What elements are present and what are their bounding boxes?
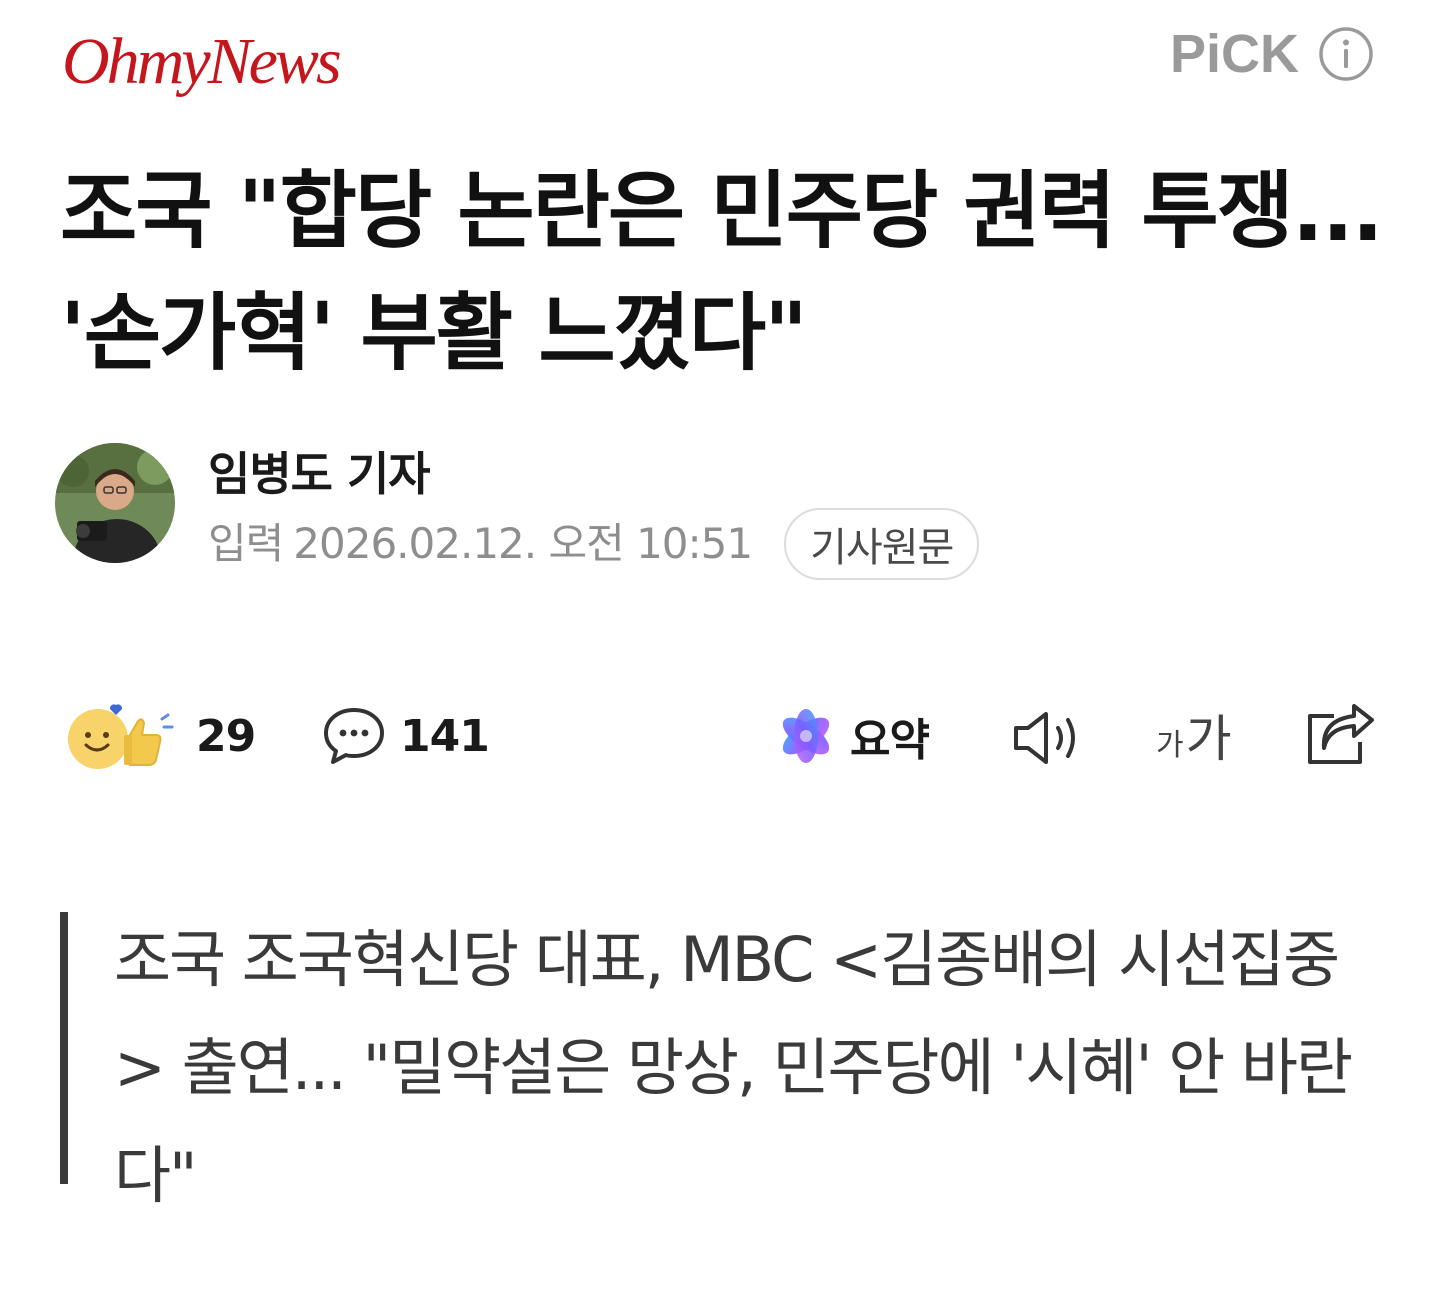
speech-bubble-icon [324, 708, 384, 764]
font-small-glyph: 가 [1156, 728, 1184, 763]
speaker-icon[interactable] [1010, 706, 1086, 770]
sparkle-icon [782, 709, 830, 763]
brand-logo[interactable]: OhmyNews [62, 22, 342, 102]
author-avatar[interactable] [55, 443, 175, 563]
article-meta: 입력 2026.02.12. 오전 10:51 기사원문 [208, 508, 980, 580]
font-big-glyph: 가 [1185, 710, 1232, 768]
article-page: OhmyNews PiCK 조국 "합당 논란은 민주당 권력 투쟁... '손… [0, 0, 1440, 1296]
summary-button[interactable]: 요약 [776, 700, 930, 772]
original-article-button[interactable]: 기사원문 [784, 508, 980, 580]
reaction-count: 29 [196, 710, 256, 762]
comment-count: 141 [400, 710, 490, 762]
pick-label: PiCK [1170, 24, 1300, 84]
publish-date: 2026.02.12. 오전 10:51 [293, 519, 753, 568]
quote-bar [60, 912, 68, 1184]
article-headline: 조국 "합당 논란은 민주당 권력 투쟁... '손가혁' 부활 느꼈다" [60, 162, 1384, 382]
date-label: 입력 [208, 519, 284, 568]
article-summary-quote: 조국 조국혁신당 대표, MBC <김종배의 시선집중> 출연... "밀약설은… [114, 923, 1353, 1212]
share-icon[interactable] [1304, 702, 1376, 768]
reaction-button[interactable]: 29 [64, 700, 256, 772]
author-name[interactable]: 임병도 기자 [208, 444, 431, 504]
font-size-button[interactable]: 가 가 [1156, 700, 1232, 772]
info-icon[interactable] [1318, 26, 1374, 82]
summary-label: 요약 [850, 715, 930, 766]
comment-button[interactable]: 141 [322, 700, 490, 772]
smile-thumbs-up-icon [68, 704, 174, 769]
